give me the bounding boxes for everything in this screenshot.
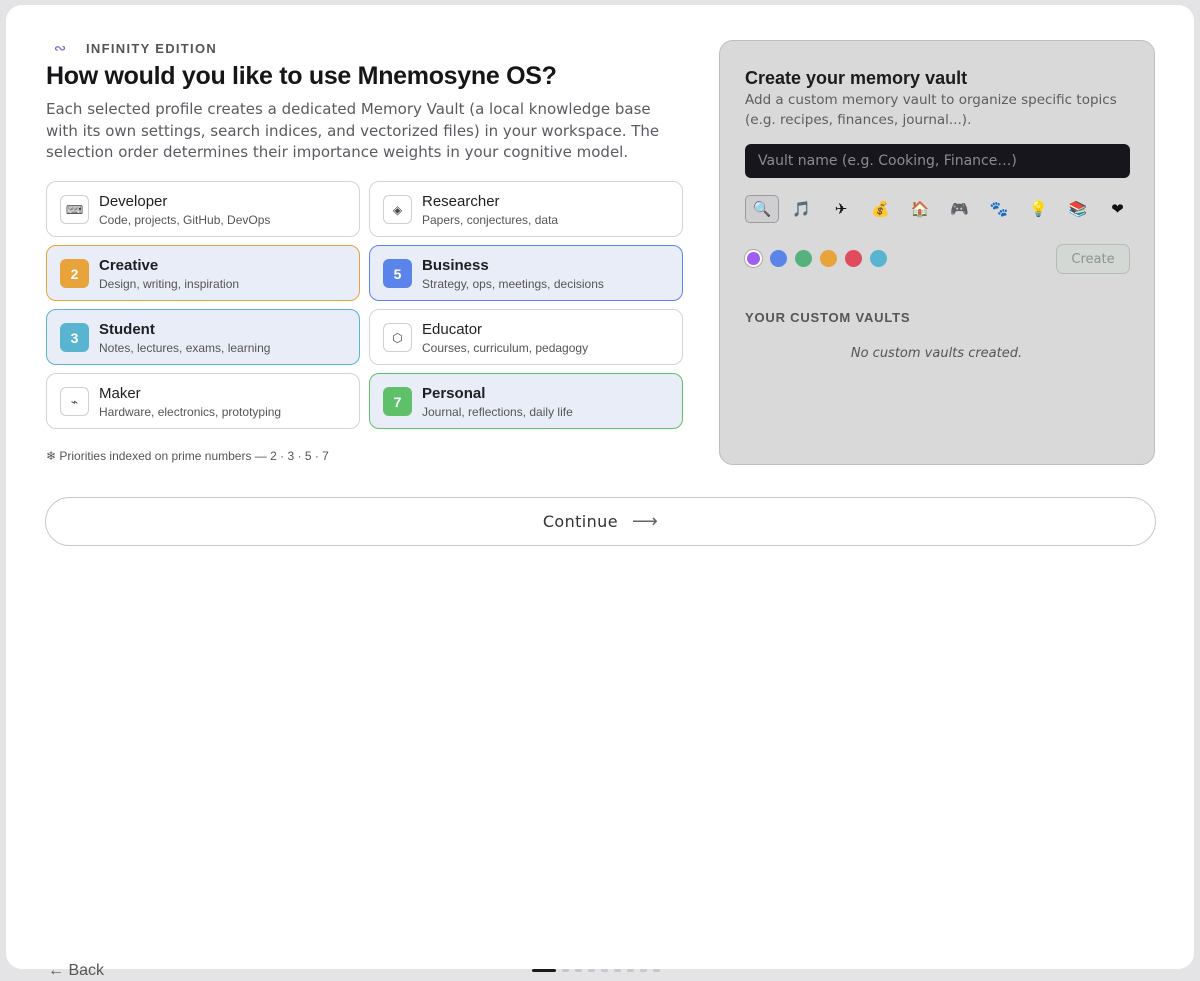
priority-footnote: ❄ Priorities indexed on prime numbers — … bbox=[46, 449, 329, 463]
color-swatch[interactable] bbox=[820, 250, 837, 267]
progress-step bbox=[532, 969, 556, 972]
vault-panel-title: Create your memory vault bbox=[745, 68, 968, 88]
progress-step bbox=[588, 969, 595, 972]
profile-card-personal[interactable]: 7 Personal Journal, reflections, daily lif… bbox=[369, 373, 683, 429]
color-swatch[interactable] bbox=[770, 250, 787, 267]
music-icon[interactable]: 🎵 bbox=[785, 195, 819, 223]
keyboard-icon: ⌨ bbox=[60, 195, 89, 224]
profile-card-business[interactable]: 5 Business Strategy, ops, meetings, decisi… bbox=[369, 245, 683, 301]
vault-color-picker bbox=[745, 250, 895, 267]
profile-card-developer[interactable]: ⌨ Developer Code, projects, GitHub, DevOps bbox=[46, 181, 360, 237]
paw-icon[interactable]: 🐾 bbox=[982, 195, 1016, 223]
money-bag-icon[interactable]: 💰 bbox=[864, 195, 898, 223]
vault-name-input[interactable] bbox=[745, 144, 1130, 178]
profile-title: Student bbox=[99, 321, 155, 338]
profile-title: Researcher bbox=[422, 193, 500, 210]
progress-step bbox=[653, 969, 660, 972]
vault-panel: Create your memory vault Add a custom me… bbox=[719, 40, 1155, 465]
color-swatch[interactable] bbox=[870, 250, 887, 267]
continue-label: Continue bbox=[542, 512, 618, 531]
lightbulb-icon[interactable]: 💡 bbox=[1022, 195, 1056, 223]
plane-icon[interactable]: ✈ bbox=[824, 195, 858, 223]
create-vault-button[interactable]: Create bbox=[1056, 244, 1130, 274]
heart-icon[interactable]: ❤ bbox=[1101, 195, 1135, 223]
back-link[interactable]: ← Back bbox=[48, 962, 104, 980]
continue-button[interactable]: Continue ⟶ bbox=[45, 497, 1156, 546]
profile-title: Developer bbox=[99, 193, 168, 210]
search-icon[interactable]: 🔍 bbox=[745, 195, 779, 223]
priority-badge: 3 bbox=[60, 323, 89, 352]
profile-title: Creative bbox=[99, 257, 159, 274]
priority-badge: 5 bbox=[383, 259, 412, 288]
page-description: Each selected profile creates a dedicate… bbox=[46, 100, 660, 161]
profile-subtitle: Strategy, ops, meetings, decisions bbox=[422, 277, 604, 291]
vault-icon-picker: 🔍 🎵 ✈ 💰 🏠 🎮 🐾 💡 📚 ❤ bbox=[745, 195, 1140, 223]
color-swatch[interactable] bbox=[845, 250, 862, 267]
profile-card-maker[interactable]: ⌁ Maker Hardware, electronics, prototyping bbox=[46, 373, 360, 429]
color-swatch[interactable] bbox=[795, 250, 812, 267]
profile-title: Maker bbox=[99, 385, 141, 402]
progress-step bbox=[562, 969, 569, 972]
hexagon-icon: ⬡ bbox=[383, 323, 412, 352]
profile-subtitle: Notes, lectures, exams, learning bbox=[99, 341, 271, 355]
progress-step bbox=[640, 969, 647, 972]
progress-step bbox=[627, 969, 634, 972]
profile-subtitle: Courses, curriculum, pedagogy bbox=[422, 341, 589, 355]
progress-step bbox=[575, 969, 582, 972]
gamepad-icon[interactable]: 🎮 bbox=[943, 195, 977, 223]
infinity-icon: ∾ bbox=[53, 40, 67, 57]
vault-panel-subtitle: Add a custom memory vault to organize sp… bbox=[745, 92, 1117, 128]
house-icon[interactable]: 🏠 bbox=[903, 195, 937, 223]
profile-subtitle: Design, writing, inspiration bbox=[99, 277, 240, 291]
profile-card-researcher[interactable]: ◈ Researcher Papers, conjectures, data bbox=[369, 181, 683, 237]
profile-title: Business bbox=[422, 257, 489, 274]
profile-card-creative[interactable]: 2 Creative Design, writing, inspiration bbox=[46, 245, 360, 301]
custom-vaults-heading: YOUR CUSTOM VAULTS bbox=[745, 310, 911, 325]
profile-subtitle: Hardware, electronics, prototyping bbox=[99, 405, 282, 419]
books-icon[interactable]: 📚 bbox=[1061, 195, 1095, 223]
priority-badge: 2 bbox=[60, 259, 89, 288]
profile-title: Educator bbox=[422, 321, 483, 338]
empty-vaults-message: No custom vaults created. bbox=[850, 346, 1023, 361]
profile-subtitle: Code, projects, GitHub, DevOps bbox=[99, 213, 271, 227]
edition-header: ∾ INFINITY EDITION bbox=[46, 40, 218, 57]
color-swatch[interactable] bbox=[747, 252, 760, 265]
profile-subtitle: Journal, reflections, daily life bbox=[422, 405, 573, 419]
progress-step bbox=[614, 969, 621, 972]
circuit-icon: ⌁ bbox=[60, 387, 89, 416]
profile-card-student[interactable]: 3 Student Notes, lectures, exams, learning bbox=[46, 309, 360, 365]
priority-badge: 7 bbox=[383, 387, 412, 416]
diamond-icon: ◈ bbox=[383, 195, 412, 224]
profile-subtitle: Papers, conjectures, data bbox=[422, 213, 559, 227]
profile-title: Personal bbox=[422, 385, 486, 402]
edition-label: INFINITY EDITION bbox=[86, 40, 218, 56]
arrow-right-icon: ⟶ bbox=[631, 511, 659, 532]
page-title: How would you like to use Mnemosyne OS? bbox=[46, 62, 557, 90]
profile-card-educator[interactable]: ⬡ Educator Courses, curriculum, pedagogy bbox=[369, 309, 683, 365]
progress-step bbox=[601, 969, 608, 972]
step-progress bbox=[532, 969, 660, 972]
